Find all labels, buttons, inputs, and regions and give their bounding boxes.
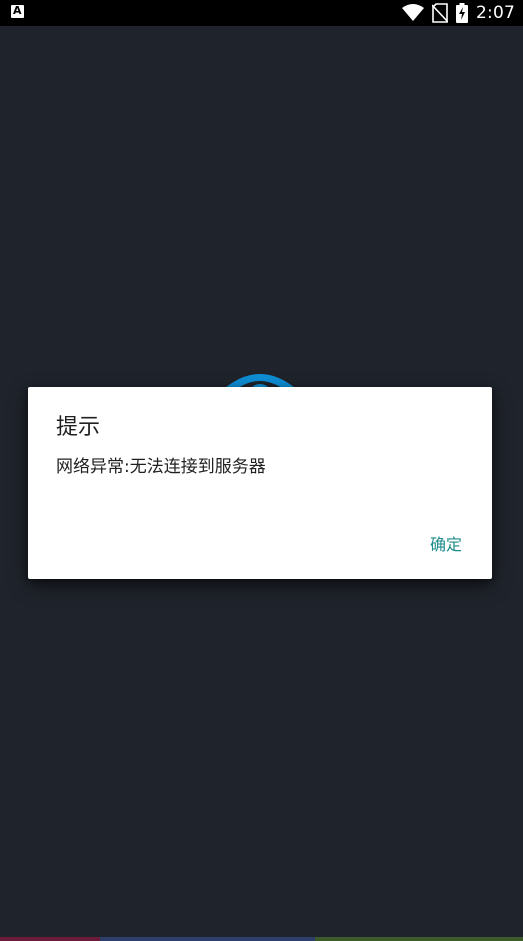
- ok-button[interactable]: 确定: [426, 529, 466, 557]
- app-screen: 2:07 提示 网络异常:无法连接到服务器 确定: [0, 0, 523, 941]
- status-bar: 2:07: [0, 0, 523, 26]
- status-time: 2:07: [476, 3, 515, 23]
- alert-dialog: 提示 网络异常:无法连接到服务器 确定: [28, 387, 492, 579]
- no-sim-icon: [432, 3, 449, 23]
- strip-segment: [100, 937, 315, 941]
- wifi-icon: [402, 4, 425, 21]
- dialog-message: 网络异常:无法连接到服务器: [56, 457, 266, 477]
- strip-segment: [315, 937, 523, 941]
- notification-a-icon: [11, 4, 24, 18]
- status-icons: 2:07: [402, 2, 515, 24]
- bottom-strip: [0, 937, 523, 941]
- battery-charging-icon: [456, 3, 469, 23]
- dialog-title: 提示: [56, 415, 101, 440]
- strip-segment: [0, 937, 100, 941]
